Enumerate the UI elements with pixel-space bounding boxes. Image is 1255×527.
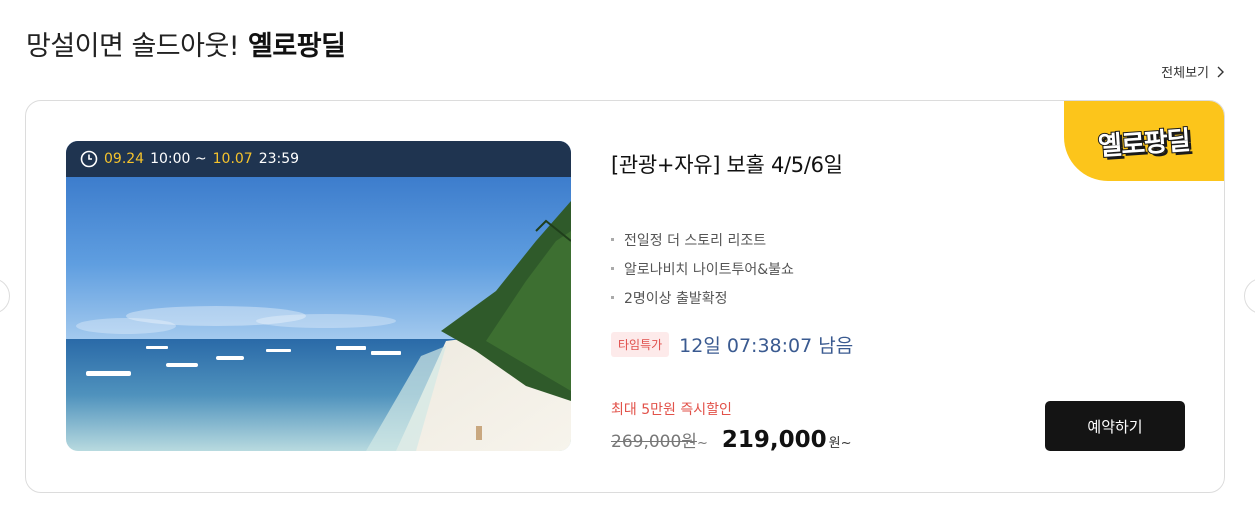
- bullet-icon: [611, 238, 614, 241]
- list-item: 알로나비치 나이트투어&불쇼: [611, 254, 794, 283]
- sale-period-bar: 09.24 10:00 ~ 10.07 23:59: [66, 141, 571, 177]
- yellow-pang-deal-section: 망설이면 솔드아웃! 옐로팡딜 전체보기 옐로팡딜 09.24 10:00 ~ …: [0, 0, 1255, 527]
- view-all-label: 전체보기: [1161, 66, 1209, 81]
- feature-list: 전일정 더 스토리 리조트 알로나비치 나이트투어&불쇼 2명이상 출발확정: [611, 225, 794, 312]
- sale-end-date: 10.07: [212, 151, 253, 167]
- view-all-link[interactable]: 전체보기: [1161, 62, 1225, 81]
- bullet-icon: [611, 296, 614, 299]
- sale-price-suffix: 원~: [828, 436, 852, 451]
- list-item: 2명이상 출발확정: [611, 283, 794, 312]
- feature-text: 2명이상 출발확정: [624, 290, 728, 307]
- deal-title[interactable]: [관광+자유] 보홀 4/5/6일: [611, 149, 843, 179]
- deal-card[interactable]: 옐로팡딜 09.24 10:00 ~ 10.07 23:59 [관광+자유] 보…: [25, 100, 1225, 493]
- deal-image[interactable]: 09.24 10:00 ~ 10.07 23:59: [66, 141, 571, 451]
- bullet-icon: [611, 267, 614, 270]
- sale-start-date: 09.24: [104, 151, 145, 167]
- sale-price: 219,000: [721, 427, 827, 453]
- original-price: 269,000원: [611, 432, 697, 452]
- carousel-next-button[interactable]: [1244, 278, 1255, 314]
- original-price-suffix: ~: [696, 436, 708, 451]
- section-title-prefix: 망설이면 솔드아웃!: [26, 31, 240, 62]
- time-sale-timer: 타임특가 12일 07:38:07 남음: [611, 331, 853, 358]
- clock-icon: [80, 150, 98, 168]
- list-item: 전일정 더 스토리 리조트: [611, 225, 794, 254]
- sale-start-time: 10:00 ~: [150, 151, 207, 167]
- chevron-right-icon: [1217, 66, 1224, 77]
- badge-logo-text: 옐로팡딜: [1096, 124, 1192, 162]
- section-title: 망설이면 솔드아웃! 옐로팡딜: [26, 24, 346, 63]
- feature-text: 전일정 더 스토리 리조트: [624, 232, 767, 249]
- book-button[interactable]: 예약하기: [1045, 401, 1185, 451]
- section-title-brand: 옐로팡딜: [248, 31, 346, 62]
- discount-note: 최대 5만원 즉시할인: [611, 402, 732, 418]
- time-sale-tag: 타임특가: [611, 332, 670, 357]
- beach-photo: [66, 141, 571, 451]
- countdown-text: 12일 07:38:07 남음: [679, 335, 854, 357]
- sale-end-time: 23:59: [258, 151, 300, 167]
- yellow-pang-deal-badge: 옐로팡딜: [1064, 101, 1224, 181]
- feature-text: 알로나비치 나이트투어&불쇼: [624, 261, 794, 278]
- price-row: 269,000원 ~ 219,000 원~: [611, 427, 851, 453]
- carousel-prev-button[interactable]: [0, 278, 10, 314]
